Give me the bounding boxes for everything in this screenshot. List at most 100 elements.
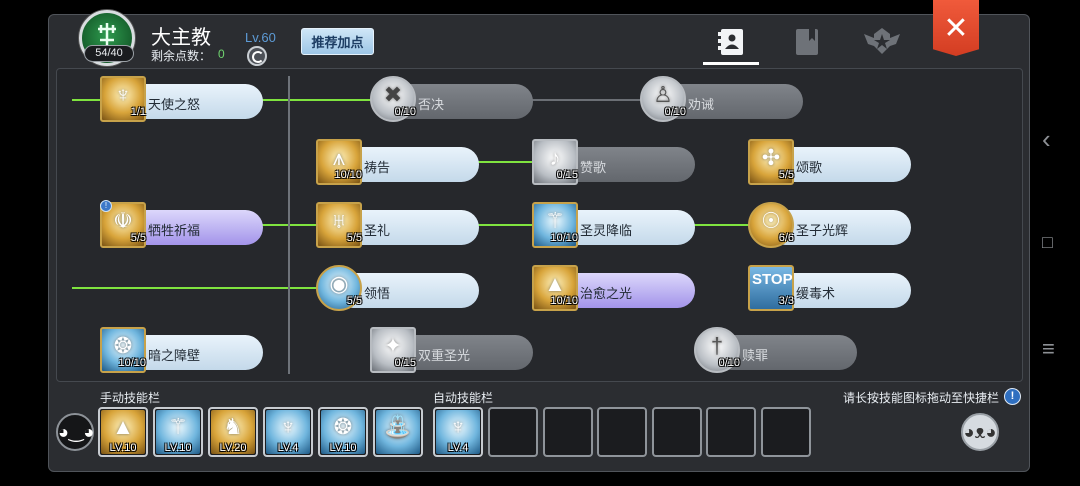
menu-nav-icon[interactable]: ≡ [1042, 336, 1055, 362]
reset-points-button[interactable] [247, 46, 267, 66]
skill-name: 颂歌 [796, 160, 823, 175]
skill-name: 祷告 [364, 160, 391, 175]
white-cat-pet-icon[interactable]: ◕ᴥ◕ [961, 413, 999, 451]
remaining-points-value: 0 [218, 47, 225, 61]
slot-level: LV.10 [329, 442, 357, 454]
skill-level: 5/5 [346, 295, 362, 307]
black-cat-pet-icon[interactable]: ◕‿◕ [56, 413, 94, 451]
skill-node[interactable]: STOP 缓毒术 3/3 [748, 265, 913, 311]
skill-level: 0/10 [664, 106, 686, 118]
skill-node[interactable]: ♙ 劝诫 0/10 [640, 76, 805, 122]
skill-level: 10/10 [334, 169, 362, 181]
skill-node[interactable]: ♆ 天使之怒 1/1 [100, 76, 265, 122]
skill-node[interactable]: ♅ 圣礼 5/5 [316, 202, 481, 248]
skill-node[interactable]: ◉ 领悟 5/5 [316, 265, 481, 311]
skill-level: 5/5 [346, 232, 362, 244]
skill-level: 10/10 [550, 295, 578, 307]
bookmark-book-icon [796, 29, 818, 55]
skill-level: 0/10 [718, 357, 740, 369]
skill-node[interactable]: ♪ 赞歌 0/15 [532, 139, 697, 185]
connector-line [72, 287, 320, 289]
skill-level: 0/10 [394, 106, 416, 118]
auto-bar-label: 自动技能栏 [433, 391, 494, 405]
slot-level: LV.4 [447, 442, 469, 454]
auto-skill-slot-empty[interactable] [761, 407, 811, 457]
slot-level: LV.10 [109, 442, 137, 454]
skill-name: 圣灵降临 [580, 223, 633, 238]
skill-level: 5/5 [130, 232, 146, 244]
skill-name: 圣礼 [364, 223, 391, 238]
skill-node[interactable]: ⚚ 圣灵降临 10/10 [532, 202, 697, 248]
skill-level: 5/5 [778, 169, 794, 181]
skill-node[interactable]: ✖ 否决 0/10 [370, 76, 535, 122]
skill-node[interactable]: ▲ 治愈之光 10/10 [532, 265, 697, 311]
remaining-points-label: 剩余点数： [151, 49, 212, 63]
character-level: Lv.60 [245, 30, 276, 45]
skill-name: 否决 [418, 97, 445, 112]
manual-skill-slot[interactable]: ▲ LV.10 [98, 407, 148, 457]
skill-book-icon [718, 29, 743, 55]
manual-skill-slot[interactable]: ♞ LV.20 [208, 407, 258, 457]
auto-skill-slot-empty[interactable] [652, 407, 702, 457]
connector-line [478, 161, 534, 163]
skill-name: 赎罪 [742, 348, 769, 363]
close-button[interactable]: ✕ [933, 0, 979, 56]
skill-points-badge: 54/40 [84, 45, 134, 62]
recommend-points-button[interactable]: 推荐加点 [301, 28, 374, 55]
winged-badge-icon [864, 28, 900, 54]
skill-node[interactable]: ❂ 暗之障壁 10/10 [100, 327, 265, 373]
holy-fountain-icon: ⛲ [376, 410, 420, 454]
skill-name: 暗之障壁 [148, 348, 201, 363]
skill-level: 6/6 [778, 232, 794, 244]
slot-level: LV.20 [219, 442, 247, 454]
class-name: 大主教 [151, 27, 211, 49]
manual-skill-slot[interactable]: ♆ LV.4 [263, 407, 313, 457]
manual-bar-label: 手动技能栏 [100, 391, 161, 405]
tab-codex[interactable] [780, 22, 834, 62]
manual-skill-slot[interactable]: ⛲ [373, 407, 423, 457]
skill-level: 1/1 [130, 106, 146, 118]
skill-node[interactable]: ⩚ 祷告 10/10 [316, 139, 481, 185]
drag-hint-text: 请长按技能图标拖动至快捷栏 [843, 391, 1000, 405]
skill-name: 治愈之光 [580, 286, 633, 301]
skill-name: 赞歌 [580, 160, 607, 175]
skill-name: 领悟 [364, 286, 391, 301]
connector-line [262, 224, 320, 226]
skill-level: 10/10 [118, 357, 146, 369]
manual-skill-slot[interactable]: ❂ LV.10 [318, 407, 368, 457]
connector-line [532, 99, 644, 101]
skill-level: 10/10 [550, 232, 578, 244]
auto-skill-slot-empty[interactable] [597, 407, 647, 457]
auto-skill-slot-empty[interactable] [706, 407, 756, 457]
auto-skill-slot-empty[interactable] [488, 407, 538, 457]
skill-name: 牺牲祈福 [148, 223, 201, 238]
skill-level: 0/15 [394, 357, 416, 369]
connector-line [478, 224, 534, 226]
skill-name: 圣子光辉 [796, 223, 849, 238]
connector-line [694, 224, 750, 226]
skill-node[interactable]: ☉ 圣子光辉 6/6 [748, 202, 913, 248]
connector-line [262, 99, 372, 101]
manual-skill-slot[interactable]: ⚚ LV.10 [153, 407, 203, 457]
skill-name: 劝诫 [688, 97, 715, 112]
skill-node[interactable]: ✦ 双重圣光 0/15 [370, 327, 535, 373]
skill-name: 缓毒术 [796, 286, 836, 301]
slot-level: LV.4 [277, 442, 299, 454]
tab-skills[interactable] [703, 22, 759, 65]
auto-skill-slot[interactable]: ♆ LV.4 [433, 407, 483, 457]
skill-node[interactable]: ✣ 颂歌 5/5 [748, 139, 913, 185]
info-badge-icon[interactable]: ! [100, 200, 112, 212]
skill-node[interactable]: ☫ ! 牺牲祈福 5/5 [100, 200, 265, 248]
tree-divider [288, 76, 290, 374]
auto-skill-slot-empty[interactable] [543, 407, 593, 457]
slot-level: LV.10 [164, 442, 192, 454]
skill-name: 双重圣光 [418, 348, 471, 363]
skill-node[interactable]: † 赎罪 0/10 [694, 327, 859, 373]
skill-level: 0/15 [556, 169, 578, 181]
home-nav-icon[interactable]: □ [1042, 232, 1053, 253]
skill-name: 天使之怒 [148, 97, 201, 112]
back-nav-icon[interactable]: ‹ [1042, 124, 1051, 155]
info-icon[interactable]: ! [1004, 388, 1021, 405]
tab-emblem[interactable] [855, 22, 909, 62]
skill-level: 3/3 [778, 295, 794, 307]
